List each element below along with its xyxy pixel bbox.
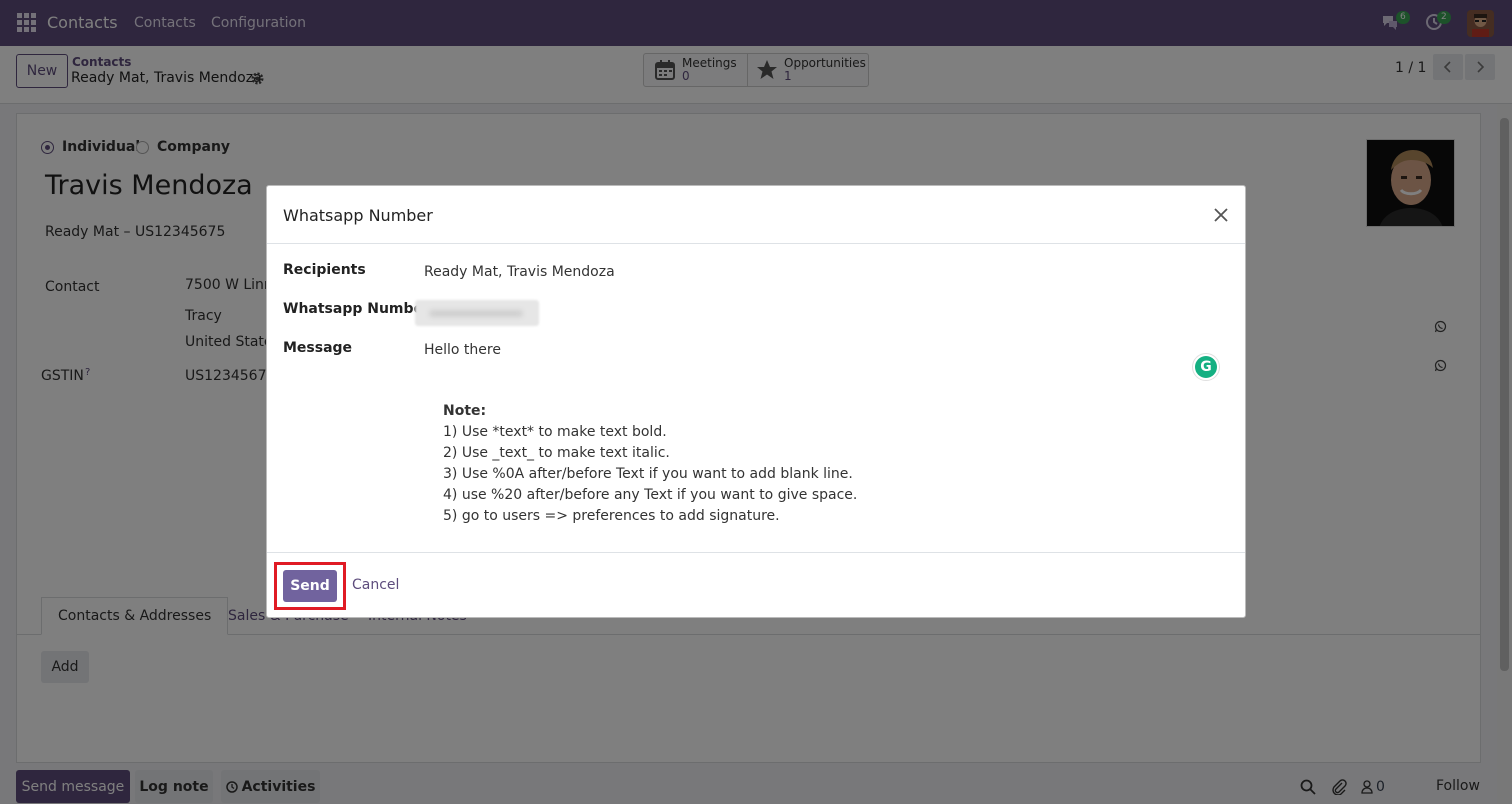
whatsapp-dialog: Whatsapp Number Recipients Ready Mat, Tr… (266, 185, 1246, 618)
message-label: Message (283, 340, 353, 356)
message-input[interactable]: Hello there (424, 342, 501, 358)
modal-footer: Send Cancel (267, 552, 1245, 618)
whatsapp-number-label: Whatsapp Number (283, 301, 430, 317)
modal-header: Whatsapp Number (267, 186, 1245, 244)
grammarly-icon[interactable]: G (1192, 353, 1220, 381)
note-line: 4) use %20 after/before any Text if you … (443, 487, 858, 503)
note-line: 1) Use *text* to make text bold. (443, 424, 667, 440)
recipients-value[interactable]: Ready Mat, Travis Mendoza (424, 264, 615, 280)
cancel-button[interactable]: Cancel (352, 577, 399, 593)
note-title: Note: (443, 403, 487, 419)
note-line: 3) Use %0A after/before Text if you want… (443, 466, 853, 482)
note-line: 5) go to users => preferences to add sig… (443, 508, 780, 524)
recipients-label: Recipients (283, 262, 366, 278)
note-line: 2) Use _text_ to make text italic. (443, 445, 670, 461)
send-button[interactable]: Send (283, 570, 337, 602)
close-icon[interactable] (1213, 207, 1229, 223)
grammarly-glyph: G (1195, 356, 1217, 378)
modal-title: Whatsapp Number (283, 206, 433, 225)
whatsapp-number-input[interactable] (415, 300, 539, 326)
